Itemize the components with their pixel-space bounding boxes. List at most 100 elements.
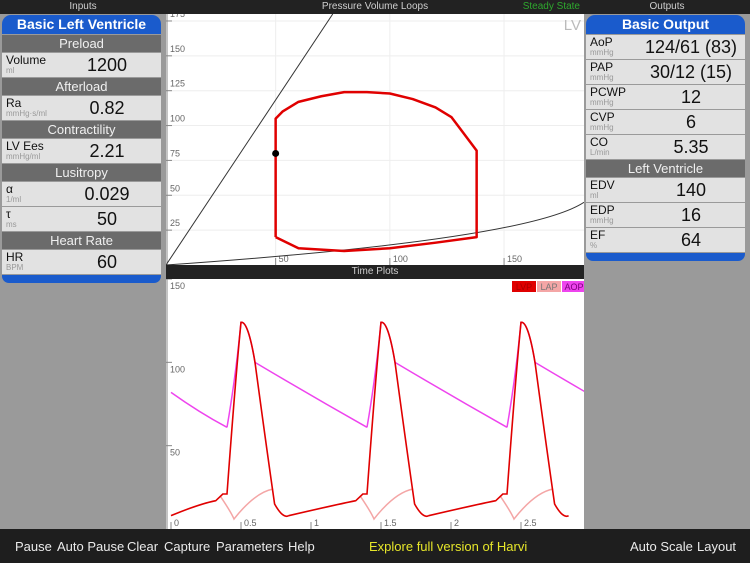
section-header: Lusitropy <box>2 164 161 181</box>
toolbar-help-button[interactable]: Help <box>288 539 315 554</box>
param-unit: mmHg <box>590 98 614 107</box>
param-label: τ <box>6 207 11 221</box>
inputs-header: Inputs <box>0 0 166 14</box>
param-unit: % <box>590 241 598 250</box>
param-row[interactable]: EDV ml 140 <box>586 178 745 202</box>
toolbar-parameters-button[interactable]: Parameters <box>216 539 283 554</box>
time-plot-chart[interactable]: 50 100 150 0 0.5 1 1.5 2 2.5 LVP LAP AOP <box>166 279 584 529</box>
param-value: 30/12 (15) <box>649 62 733 82</box>
section-header: Contractility <box>2 121 161 138</box>
y-tick-label: 125 <box>170 79 185 89</box>
param-value: 5.35 <box>673 137 709 157</box>
param-label: LV Ees <box>6 139 44 153</box>
param-row[interactable]: LV Ees mmHg/ml 2.21 <box>2 139 161 163</box>
y-tick-label: 100 <box>170 114 185 124</box>
section-header: Heart Rate <box>2 232 161 249</box>
param-unit: 1/ml <box>6 195 22 204</box>
x-tick-label: 1 <box>314 518 319 528</box>
param-unit: BPM <box>6 263 24 272</box>
param-value: 6 <box>685 112 696 132</box>
param-label: PAP <box>590 60 614 74</box>
x-tick-label: 1.5 <box>384 518 397 528</box>
x-tick-label: 2.5 <box>524 518 537 528</box>
param-unit: mmHg <box>590 216 614 225</box>
aop-trace <box>170 391 228 428</box>
param-row[interactable]: Ra mmHg·s/ml 0.82 <box>2 96 161 120</box>
param-row[interactable]: EF% 64 <box>586 228 745 252</box>
outputs-panel: Basic Output AoP mmHg 124/61 (83) PAP mmHg 30/… <box>584 14 747 261</box>
param-row[interactable]: CVP mmHg 6 <box>586 110 745 134</box>
x-tick-label: 0 <box>174 518 179 528</box>
param-label: EDP <box>590 203 615 217</box>
param-label: Ra <box>6 96 22 110</box>
param-row[interactable]: EDP mmHg 16 <box>586 203 745 227</box>
param-value: 16 <box>680 205 702 225</box>
param-row[interactable]: α 1/ml 0.029 <box>2 182 161 206</box>
x-tick-label: 150 <box>507 254 522 264</box>
param-value[interactable]: 0.82 <box>57 97 157 119</box>
y-tick-label: 100 <box>170 364 185 374</box>
param-value[interactable]: 50 <box>57 208 157 230</box>
param-value[interactable]: 1200 <box>57 54 157 76</box>
param-unit: mmHg <box>590 123 614 132</box>
section-header: Left Ventricle <box>586 160 745 177</box>
steady-state-label: Steady State <box>522 1 580 12</box>
param-value[interactable]: 60 <box>57 251 157 273</box>
pv-header: Pressure Volume Loops <box>166 0 584 14</box>
x-tick-label: 0.5 <box>244 518 257 528</box>
param-row[interactable]: HR BPM 60 <box>2 250 161 274</box>
bottom-toolbar: Pause Auto Pause Clear Capture Parameters Hel… <box>0 529 750 563</box>
inputs-title: Basic Left Ventricle <box>2 15 161 34</box>
toolbar-pause-button[interactable]: Pause <box>15 539 52 554</box>
y-tick-label: 75 <box>170 148 180 158</box>
pv-loop <box>274 90 478 253</box>
param-value: 124/61 (83) <box>644 37 738 57</box>
param-label: AoP <box>590 35 613 49</box>
outputs-footer <box>586 253 745 261</box>
y-tick-label: 150 <box>170 44 185 54</box>
chamber-label: LV <box>564 17 581 34</box>
param-unit: mmHg <box>590 73 614 82</box>
outputs-title: Basic Output <box>586 15 745 34</box>
param-label: α <box>6 182 13 196</box>
toolbar-layout-button[interactable]: Layout <box>697 539 736 554</box>
param-label: CVP <box>590 110 615 124</box>
legend-lap[interactable]: LAP <box>540 282 557 292</box>
param-unit: ml <box>590 191 599 200</box>
pv-loop-chart[interactable]: 50100150255075100125150175LV <box>166 14 584 265</box>
x-tick-label: 2 <box>454 518 459 528</box>
toolbar-auto-pause-button[interactable]: Auto Pause <box>57 539 124 554</box>
y-tick-label: 25 <box>170 218 180 228</box>
param-label: CO <box>590 135 608 149</box>
x-tick-label: 100 <box>393 254 408 264</box>
param-unit: mmHg·s/ml <box>6 109 47 118</box>
param-value: 140 <box>675 180 707 200</box>
param-row[interactable]: CO L/min 5.35 <box>586 135 745 159</box>
legend-aop[interactable]: AOP <box>564 282 583 292</box>
param-row[interactable]: AoP mmHg 124/61 (83) <box>586 35 745 59</box>
toolbar-capture-button[interactable]: Capture <box>164 539 210 554</box>
promo-link[interactable]: Explore full version of Harvi <box>369 539 527 554</box>
param-row[interactable]: PAP mmHg 30/12 (15) <box>586 60 745 84</box>
param-label: EF <box>590 228 606 242</box>
y-tick-label: 150 <box>170 281 185 291</box>
param-value[interactable]: 0.029 <box>57 183 157 205</box>
param-value[interactable]: 2.21 <box>57 140 157 162</box>
time-plots-header: Time Plots <box>166 265 584 279</box>
param-row[interactable]: τ ms 50 <box>2 207 161 231</box>
y-tick-label: 50 <box>170 183 180 193</box>
param-unit: ms <box>6 220 17 229</box>
section-header: Afterload <box>2 78 161 95</box>
inputs-panel: Basic Left Ventricle Preload Volume ml 1200 A… <box>0 14 163 283</box>
param-row[interactable]: Volume ml 1200 <box>2 53 161 77</box>
toolbar-clear-button[interactable]: Clear <box>127 539 158 554</box>
toolbar-auto-scale-button[interactable]: Auto Scale <box>630 539 693 554</box>
legend-lvp[interactable]: LVP <box>516 282 532 292</box>
current-point-marker <box>272 149 280 157</box>
param-value: 64 <box>680 230 702 250</box>
param-label: PCWP <box>590 85 626 99</box>
y-tick-label: 175 <box>170 14 185 19</box>
param-unit: mmHg/ml <box>6 152 41 161</box>
param-row[interactable]: PCWP mmHg 12 <box>586 85 745 109</box>
outputs-header: Outputs <box>584 0 750 14</box>
